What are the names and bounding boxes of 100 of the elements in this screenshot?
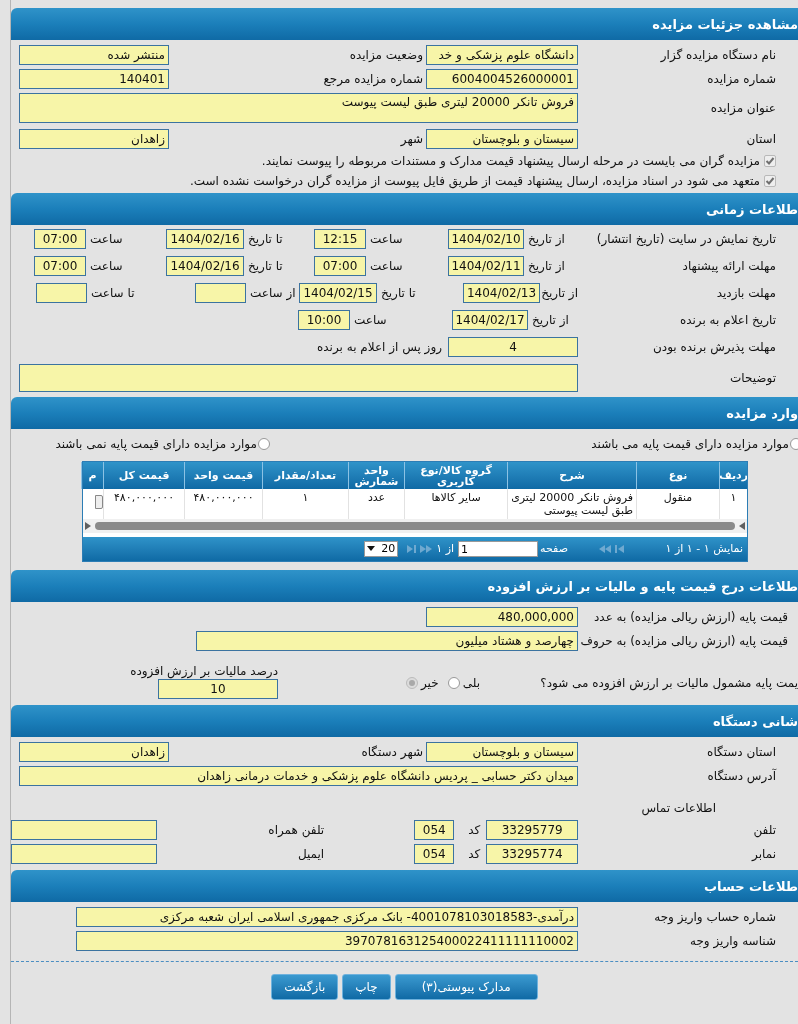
field-label: کد [469,846,482,862]
text-field[interactable]: 07:00 [314,256,366,276]
text-field[interactable] [11,844,158,864]
text-field[interactable]: 054 [414,820,455,840]
suffix-text: روز پس از اعلام به برنده [317,339,443,355]
pager-summary: نمایش ۱ - ۱ از ۱ [664,541,743,557]
field-label: ساعت [369,231,404,247]
field-label: تاریخ نمایش در سایت (تاریخ انتشار) [595,231,777,247]
text-field[interactable]: 1404/02/11 [448,256,524,276]
text-field[interactable] [36,283,87,303]
text-field[interactable]: 4 [448,337,578,357]
text-field[interactable]: 10 [158,679,278,699]
section-header: طلاعات زمانی [11,193,798,225]
text-field[interactable]: 480,000,000 [426,607,578,627]
text-field[interactable]: زاهدان [19,129,169,149]
check-label: متعهد می شود در اسناد مزایده، ارسال پیشنهاد قیمت از طریق فایل پیوست از مزایده گران درخواست نشده است. [189,173,760,189]
action-button[interactable]: چاپ [342,974,391,1000]
last-page-icon[interactable] [615,545,627,553]
section-header: طلاعات حساب [11,870,798,902]
field-label: نمابر [750,846,777,862]
text-field[interactable]: سیستان و بلوچستان [426,129,578,149]
text-field[interactable]: 6004004526000001 [426,69,578,89]
horizontal-scrollbar[interactable] [83,519,747,533]
column-header: واحد شمارش [348,462,404,489]
text-field[interactable]: 1404/02/17 [452,310,528,330]
field-label: قیمت پایه (ارزش ریالی مزایده) به عدد [593,609,789,625]
field-label: از تاریخ [540,285,578,301]
field-label: تا ساعت [90,285,136,301]
section-header: مشاهده جزئیات مزایده [11,8,798,40]
field-label: ساعت [369,258,404,274]
text-field[interactable]: 140401 [19,69,169,89]
text-field[interactable]: 1404/02/15 [299,283,377,303]
first-page-icon[interactable] [404,545,417,553]
text-field[interactable]: زاهدان [19,742,169,762]
text-field[interactable]: درآمدی-4001078103018583- بانک مرکزی جمهوری اسلامی ایران شعبه مرکزی [76,907,578,927]
text-field[interactable]: 054 [414,844,455,864]
checkbox[interactable] [764,175,776,187]
page-field[interactable]: 1 [458,541,539,557]
field-label: شهر دستگاه [360,744,424,760]
text-field[interactable]: 1404/02/10 [448,229,524,249]
page-size-select[interactable]: 20 [364,541,399,557]
text-field[interactable] [11,820,158,840]
text-field[interactable]: 397078163125400022411111110002 [76,931,578,951]
column-header: م [81,462,103,489]
text-field[interactable]: 33295779 [486,820,578,840]
field-label: مهلت بازدید [715,285,777,301]
field-label: شهر [399,131,424,147]
field-label: از ساعت [249,285,297,301]
row-action-button[interactable] [95,495,103,509]
text-field[interactable]: 1404/02/16 [166,229,244,249]
text-field[interactable]: فروش تانکر 20000 لیتری طبق لیست پیوست [19,93,578,123]
field-label: تا تاریخ [380,285,417,301]
text-field[interactable]: دانشگاه علوم پزشکی و خد [426,45,578,65]
column-header: شرح [507,462,636,489]
column-header: قیمت کل [103,462,184,489]
text-field[interactable]: 10:00 [298,310,350,330]
field-label: ایمیل [296,846,326,862]
field-label: ساعت [89,231,124,247]
radio-label: بلی [462,675,481,691]
text-field[interactable]: 33295774 [486,844,578,864]
check-label: مزایده گران می بایست در مرحله ارسال پیشنهاد قیمت مدارک و مستندات مربوطه را پیوست نمایند. [261,153,760,169]
action-button[interactable]: مدارک پیوستی(۳) [394,974,538,1000]
field-label: وضعیت مزایده [348,47,424,63]
text-field[interactable]: 07:00 [34,229,86,249]
column-header: ردیف [719,462,747,489]
field-label: استان [745,131,777,147]
field-label: از تاریخ [527,258,566,274]
next-page-icon[interactable] [599,545,611,553]
text-field[interactable]: 1404/02/13 [463,283,540,303]
field-label: ساعت [353,312,388,328]
text-field[interactable] [19,364,578,392]
field-label: کد [469,822,482,838]
column-header: تعداد/مقدار [262,462,348,489]
radio-button[interactable] [258,438,270,450]
radio-button[interactable] [447,677,460,689]
text-field[interactable]: منتشر شده [19,45,169,65]
field-label: نام دستگاه مزایده گزار [659,47,777,63]
action-button[interactable]: بازگشت [271,974,339,1000]
field-label: استان دستگاه [706,744,777,760]
text-field[interactable]: 12:15 [314,229,366,249]
field-label: عنوان مزایده [709,100,777,116]
field-label: آدرس دستگاه [706,768,778,784]
field-label: از تاریخ [527,231,566,247]
previous-page-icon[interactable] [420,545,433,553]
page-size-value: 20 [381,541,396,557]
text-field[interactable]: سیستان و بلوچستان [426,742,578,762]
radio-label: موارد مزایده دارای قیمت پایه نمی باشند [55,436,257,452]
field-label: تا تاریخ [247,258,284,274]
text-field[interactable] [195,283,246,303]
section-header: طلاعات درج قیمت پایه و مالیات بر ارزش افزوده [11,570,798,602]
field-label: از تاریخ [531,312,570,328]
radio-button[interactable] [406,677,418,689]
section-header: وارد مزایده [11,397,798,429]
checkbox[interactable] [764,155,776,167]
section-header: شانی دستگاه [11,705,798,737]
text-field[interactable]: 07:00 [34,256,86,276]
text-field[interactable]: 1404/02/16 [166,256,244,276]
field-label: تلفن [752,822,777,838]
text-field[interactable]: میدان دکتر حسابی _ پردیس دانشگاه علوم پزشکی و خدمات درمانی زاهدان [19,766,578,786]
text-field[interactable]: چهارصد و هشتاد میلیون [196,631,578,651]
